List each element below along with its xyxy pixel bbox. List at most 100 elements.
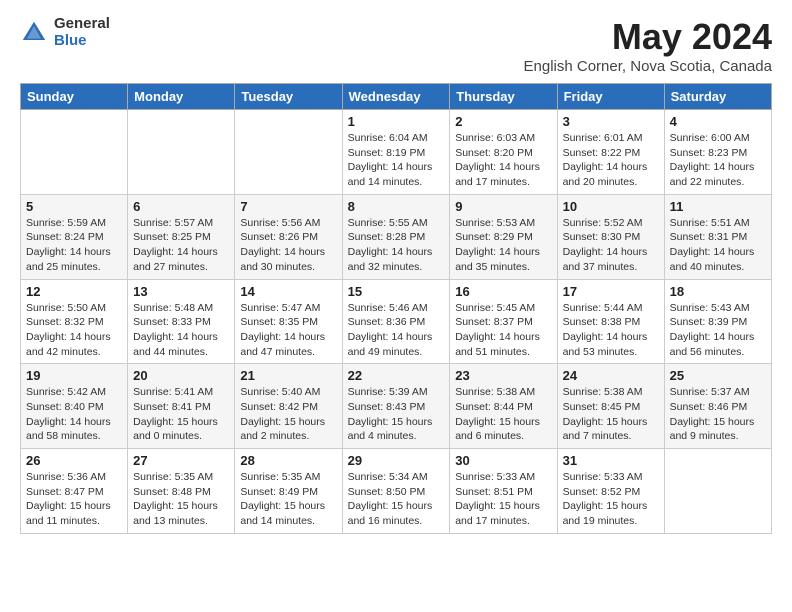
day-number: 11	[670, 199, 766, 214]
day-info: Sunrise: 5:44 AM Sunset: 8:38 PM Dayligh…	[563, 301, 659, 360]
day-number: 12	[26, 284, 122, 299]
calendar-cell: 11 Sunrise: 5:51 AM Sunset: 8:31 PM Dayli…	[664, 194, 771, 279]
calendar-cell: 17 Sunrise: 5:44 AM Sunset: 8:38 PM Dayli…	[557, 279, 664, 364]
weekday-header: Wednesday	[342, 84, 450, 110]
day-info: Sunrise: 5:41 AM Sunset: 8:41 PM Dayligh…	[133, 385, 229, 444]
day-number: 27	[133, 453, 229, 468]
weekday-header: Saturday	[664, 84, 771, 110]
day-number: 1	[348, 114, 445, 129]
calendar-cell: 19 Sunrise: 5:42 AM Sunset: 8:40 PM Dayli…	[21, 364, 128, 449]
day-info: Sunrise: 5:56 AM Sunset: 8:26 PM Dayligh…	[240, 216, 336, 275]
title-month: May 2024	[524, 16, 772, 58]
day-info: Sunrise: 5:35 AM Sunset: 8:48 PM Dayligh…	[133, 470, 229, 529]
day-number: 24	[563, 368, 659, 383]
calendar-week-row: 26 Sunrise: 5:36 AM Sunset: 8:47 PM Dayli…	[21, 449, 772, 534]
day-number: 16	[455, 284, 551, 299]
day-number: 10	[563, 199, 659, 214]
day-number: 18	[670, 284, 766, 299]
day-number: 25	[670, 368, 766, 383]
calendar-cell: 1 Sunrise: 6:04 AM Sunset: 8:19 PM Daylig…	[342, 110, 450, 195]
day-info: Sunrise: 6:04 AM Sunset: 8:19 PM Dayligh…	[348, 131, 445, 190]
calendar-cell: 27 Sunrise: 5:35 AM Sunset: 8:48 PM Dayli…	[128, 449, 235, 534]
calendar-cell: 23 Sunrise: 5:38 AM Sunset: 8:44 PM Dayli…	[450, 364, 557, 449]
day-info: Sunrise: 5:38 AM Sunset: 8:44 PM Dayligh…	[455, 385, 551, 444]
logo-icon	[20, 19, 48, 47]
weekday-header: Tuesday	[235, 84, 342, 110]
day-number: 8	[348, 199, 445, 214]
day-info: Sunrise: 5:40 AM Sunset: 8:42 PM Dayligh…	[240, 385, 336, 444]
day-number: 22	[348, 368, 445, 383]
calendar-cell: 4 Sunrise: 6:00 AM Sunset: 8:23 PM Daylig…	[664, 110, 771, 195]
day-info: Sunrise: 5:35 AM Sunset: 8:49 PM Dayligh…	[240, 470, 336, 529]
day-info: Sunrise: 5:38 AM Sunset: 8:45 PM Dayligh…	[563, 385, 659, 444]
day-number: 21	[240, 368, 336, 383]
calendar-cell: 30Sunrise: 5:33 AM Sunset: 8:51 PM Dayli…	[450, 449, 557, 534]
calendar-cell: 31 Sunrise: 5:33 AM Sunset: 8:52 PM Dayli…	[557, 449, 664, 534]
logo: General Blue	[20, 16, 110, 49]
day-number: 6	[133, 199, 229, 214]
calendar-cell	[128, 110, 235, 195]
calendar-cell: 22 Sunrise: 5:39 AM Sunset: 8:43 PM Dayli…	[342, 364, 450, 449]
logo-blue: Blue	[54, 33, 110, 50]
calendar-cell: 24 Sunrise: 5:38 AM Sunset: 8:45 PM Dayli…	[557, 364, 664, 449]
calendar-cell: 26 Sunrise: 5:36 AM Sunset: 8:47 PM Dayli…	[21, 449, 128, 534]
day-info: Sunrise: 5:52 AM Sunset: 8:30 PM Dayligh…	[563, 216, 659, 275]
calendar-cell: 18 Sunrise: 5:43 AM Sunset: 8:39 PM Dayli…	[664, 279, 771, 364]
day-info: Sunrise: 5:59 AM Sunset: 8:24 PM Dayligh…	[26, 216, 122, 275]
day-info: Sunrise: 5:39 AM Sunset: 8:43 PM Dayligh…	[348, 385, 445, 444]
day-number: 23	[455, 368, 551, 383]
calendar-cell: 12Sunrise: 5:50 AM Sunset: 8:32 PM Dayli…	[21, 279, 128, 364]
day-number: 9	[455, 199, 551, 214]
day-info: Sunrise: 5:33 AM Sunset: 8:52 PM Dayligh…	[563, 470, 659, 529]
day-number: 15	[348, 284, 445, 299]
day-info: Sunrise: 6:03 AM Sunset: 8:20 PM Dayligh…	[455, 131, 551, 190]
calendar-cell: 16Sunrise: 5:45 AM Sunset: 8:37 PM Dayli…	[450, 279, 557, 364]
day-info: Sunrise: 5:53 AM Sunset: 8:29 PM Dayligh…	[455, 216, 551, 275]
calendar-cell: 5 Sunrise: 5:59 AM Sunset: 8:24 PM Daylig…	[21, 194, 128, 279]
calendar-cell: 3Sunrise: 6:01 AM Sunset: 8:22 PM Daylig…	[557, 110, 664, 195]
calendar-cell: 20 Sunrise: 5:41 AM Sunset: 8:41 PM Dayli…	[128, 364, 235, 449]
day-info: Sunrise: 5:57 AM Sunset: 8:25 PM Dayligh…	[133, 216, 229, 275]
title-area: May 2024 English Corner, Nova Scotia, Ca…	[524, 16, 772, 75]
calendar-cell: 13Sunrise: 5:48 AM Sunset: 8:33 PM Dayli…	[128, 279, 235, 364]
day-number: 20	[133, 368, 229, 383]
calendar-cell: 6 Sunrise: 5:57 AM Sunset: 8:25 PM Daylig…	[128, 194, 235, 279]
calendar-cell: 10 Sunrise: 5:52 AM Sunset: 8:30 PM Dayli…	[557, 194, 664, 279]
day-number: 17	[563, 284, 659, 299]
day-info: Sunrise: 5:36 AM Sunset: 8:47 PM Dayligh…	[26, 470, 122, 529]
calendar-week-row: 19 Sunrise: 5:42 AM Sunset: 8:40 PM Dayli…	[21, 364, 772, 449]
calendar-cell: 9 Sunrise: 5:53 AM Sunset: 8:29 PM Daylig…	[450, 194, 557, 279]
calendar-cell: 28 Sunrise: 5:35 AM Sunset: 8:49 PM Dayli…	[235, 449, 342, 534]
day-info: Sunrise: 5:42 AM Sunset: 8:40 PM Dayligh…	[26, 385, 122, 444]
day-info: Sunrise: 5:47 AM Sunset: 8:35 PM Dayligh…	[240, 301, 336, 360]
day-number: 31	[563, 453, 659, 468]
title-location: English Corner, Nova Scotia, Canada	[524, 58, 772, 75]
day-info: Sunrise: 6:00 AM Sunset: 8:23 PM Dayligh…	[670, 131, 766, 190]
day-number: 2	[455, 114, 551, 129]
day-number: 30	[455, 453, 551, 468]
day-number: 29	[348, 453, 445, 468]
day-number: 7	[240, 199, 336, 214]
logo-text: General Blue	[54, 16, 110, 49]
day-number: 5	[26, 199, 122, 214]
day-number: 26	[26, 453, 122, 468]
day-number: 13	[133, 284, 229, 299]
day-info: Sunrise: 6:01 AM Sunset: 8:22 PM Dayligh…	[563, 131, 659, 190]
day-info: Sunrise: 5:46 AM Sunset: 8:36 PM Dayligh…	[348, 301, 445, 360]
calendar-cell: 14 Sunrise: 5:47 AM Sunset: 8:35 PM Dayli…	[235, 279, 342, 364]
day-number: 28	[240, 453, 336, 468]
calendar-week-row: 5 Sunrise: 5:59 AM Sunset: 8:24 PM Daylig…	[21, 194, 772, 279]
calendar-cell: 8 Sunrise: 5:55 AM Sunset: 8:28 PM Daylig…	[342, 194, 450, 279]
calendar-cell: 25 Sunrise: 5:37 AM Sunset: 8:46 PM Dayli…	[664, 364, 771, 449]
day-number: 4	[670, 114, 766, 129]
calendar-cell: 21 Sunrise: 5:40 AM Sunset: 8:42 PM Dayli…	[235, 364, 342, 449]
day-info: Sunrise: 5:37 AM Sunset: 8:46 PM Dayligh…	[670, 385, 766, 444]
logo-general: General	[54, 16, 110, 33]
weekday-header-row: SundayMondayTuesdayWednesdayThursdayFrid…	[21, 84, 772, 110]
weekday-header: Friday	[557, 84, 664, 110]
day-info: Sunrise: 5:55 AM Sunset: 8:28 PM Dayligh…	[348, 216, 445, 275]
day-info: Sunrise: 5:51 AM Sunset: 8:31 PM Dayligh…	[670, 216, 766, 275]
day-number: 14	[240, 284, 336, 299]
day-number: 19	[26, 368, 122, 383]
day-info: Sunrise: 5:43 AM Sunset: 8:39 PM Dayligh…	[670, 301, 766, 360]
